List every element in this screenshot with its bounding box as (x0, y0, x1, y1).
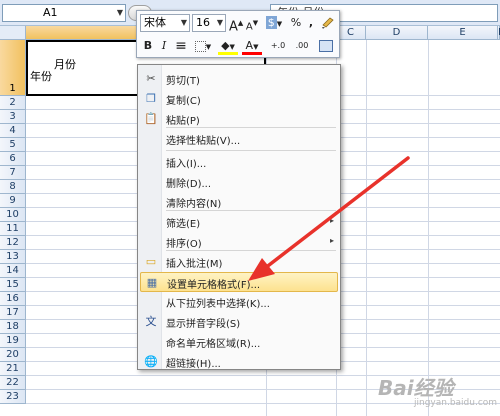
watermark-url: jingyan.baidu.com (414, 398, 498, 408)
watermark-text: Bai经验 (378, 376, 454, 400)
watermark: Bai经验 jingyan.baidu.com (378, 372, 498, 412)
annotation-arrow (248, 156, 410, 281)
